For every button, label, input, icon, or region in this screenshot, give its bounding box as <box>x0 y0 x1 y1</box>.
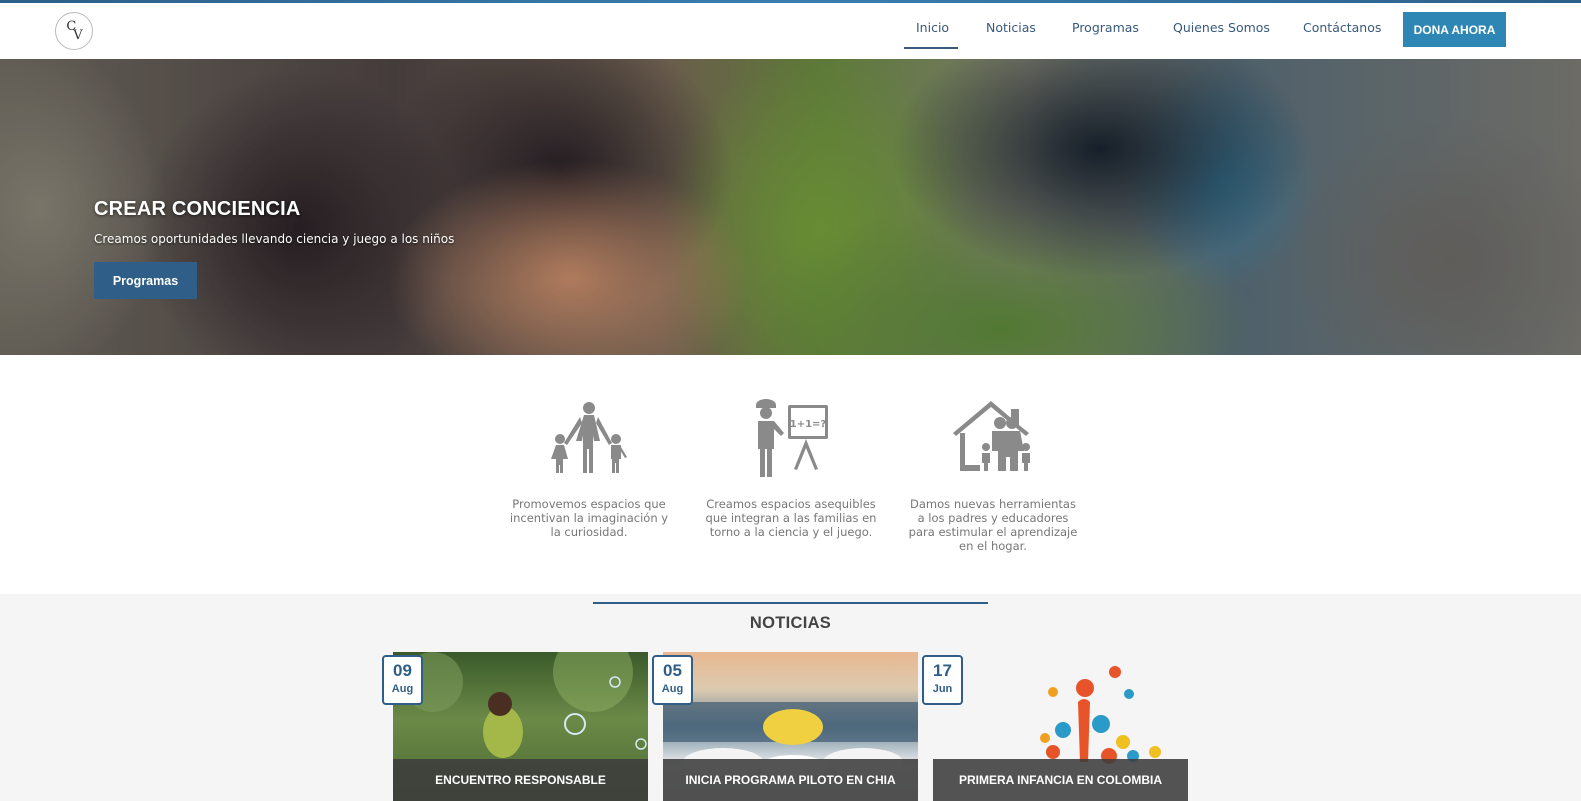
news-card[interactable]: INICIA PROGRAMA PILOTO EN CHIA <box>663 652 918 801</box>
feature-text: Damos nuevas herramientas a los padres y… <box>908 497 1078 553</box>
feature-item: 1+1=? Creamos espacios asequibles que in… <box>705 399 877 539</box>
features-section: Promovemos espacios que incentivan la im… <box>0 355 1581 594</box>
site-header: C V Inicio Noticias Programas Quienes So… <box>0 3 1581 59</box>
feature-item: Promovemos espacios que incentivan la im… <box>503 399 675 539</box>
home-family-icon <box>953 401 1030 471</box>
nav-quienes-somos[interactable]: Quienes Somos <box>1173 20 1270 35</box>
board-text: 1+1=? <box>790 419 827 430</box>
news-date-badge: 05 Aug <box>652 655 693 705</box>
nav-noticias[interactable]: Noticias <box>986 20 1036 35</box>
site-logo[interactable]: C V <box>55 12 93 50</box>
news-heading: NOTICIAS <box>749 614 832 632</box>
donate-button[interactable]: DONA AHORA <box>1403 12 1506 47</box>
news-date-day: 17 <box>933 661 952 680</box>
hero-subtitle: Creamos oportunidades llevando ciencia y… <box>94 232 455 246</box>
hero-title: CREAR CONCIENCIA <box>94 198 301 220</box>
news-date-month: Aug <box>661 683 684 695</box>
news-date-badge: 09 Aug <box>382 655 423 705</box>
news-card-title: ENCUENTRO RESPONSABLE <box>393 759 648 801</box>
hero-programs-button[interactable]: Programas <box>94 262 197 299</box>
feature-item: Damos nuevas herramientas a los padres y… <box>907 399 1079 553</box>
family-icon <box>551 402 627 473</box>
hero-banner: CREAR CONCIENCIA Creamos oportunidades l… <box>0 59 1581 355</box>
news-date-day: 09 <box>393 661 412 680</box>
news-date-badge: 17 Jun <box>922 655 963 705</box>
logo-letter-v: V <box>73 27 83 43</box>
news-date-month: Aug <box>391 683 414 695</box>
news-card[interactable]: PRIMERA INFANCIA EN COLOMBIA <box>933 652 1188 801</box>
news-date-day: 05 <box>663 661 682 680</box>
nav-contactanos[interactable]: Contáctanos <box>1303 20 1381 35</box>
nav-programas[interactable]: Programas <box>1072 20 1139 35</box>
nav-active-underline <box>904 47 958 49</box>
news-date-month: Jun <box>932 683 953 695</box>
feature-text: Creamos espacios asequibles que integran… <box>705 497 877 539</box>
feature-text: Promovemos espacios que incentivan la im… <box>509 497 669 539</box>
news-card-title: INICIA PROGRAMA PILOTO EN CHIA <box>663 759 918 801</box>
news-heading-line <box>593 602 988 604</box>
news-section: NOTICIAS ENCUENTRO RESPONSABLE 09 Aug IN… <box>0 594 1581 801</box>
news-card-title: PRIMERA INFANCIA EN COLOMBIA <box>933 759 1188 801</box>
teacher-board-icon: 1+1=? <box>756 399 828 477</box>
news-card[interactable]: ENCUENTRO RESPONSABLE <box>393 652 648 801</box>
nav-inicio[interactable]: Inicio <box>916 20 949 35</box>
